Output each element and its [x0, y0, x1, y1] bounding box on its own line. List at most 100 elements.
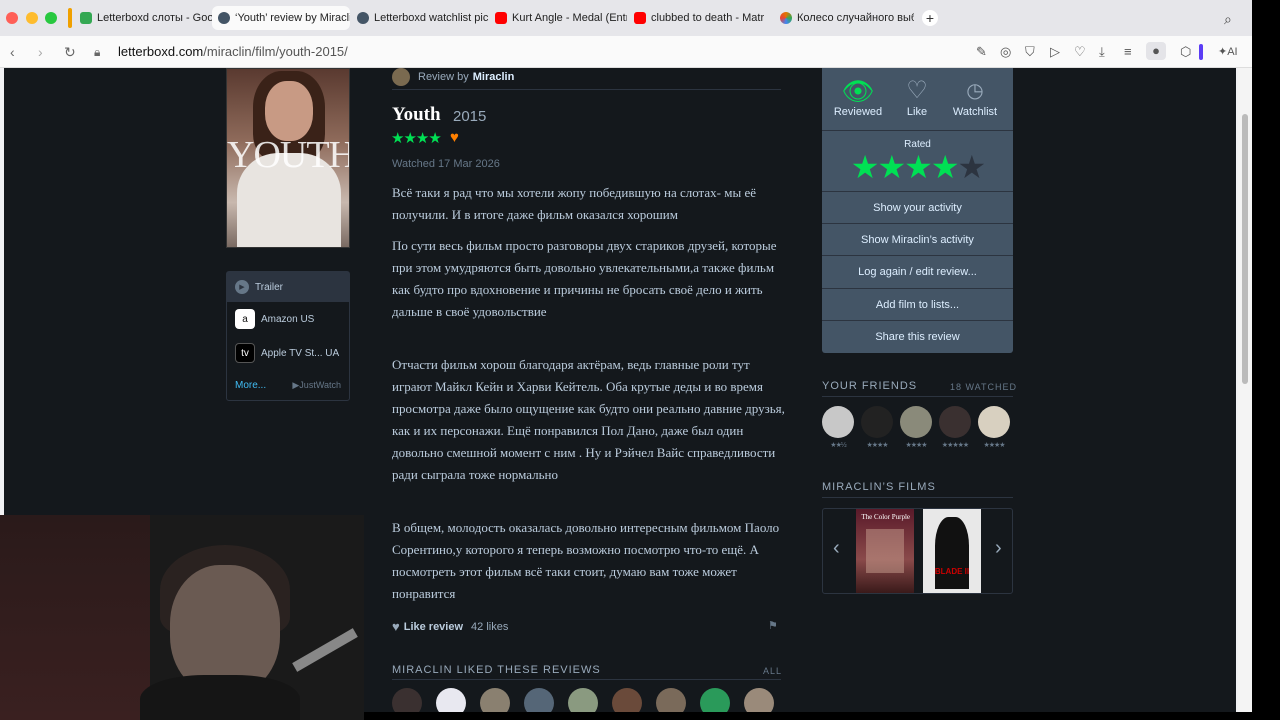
- avatar[interactable]: [568, 688, 598, 712]
- search-tabs-icon[interactable]: ⌕: [1224, 11, 1232, 28]
- author-link[interactable]: Miraclin: [473, 71, 515, 83]
- film-title[interactable]: Youth: [392, 104, 441, 126]
- poster-art: [866, 529, 904, 573]
- poster-title: The Color Purple: [861, 513, 910, 521]
- scrollbar-thumb[interactable]: [1242, 114, 1248, 384]
- close-window-button[interactable]: [6, 12, 18, 24]
- friend-rating: ★★★★★: [941, 442, 969, 449]
- new-tab-button[interactable]: +: [922, 10, 938, 26]
- tab-5[interactable]: Колесо случайного выб: [774, 6, 914, 30]
- reload-icon[interactable]: ↻: [64, 43, 76, 61]
- avatar[interactable]: [744, 688, 774, 712]
- profile-icon[interactable]: ●: [1146, 42, 1166, 60]
- rating-stars[interactable]: ★★★★★: [822, 150, 1013, 184]
- avatar[interactable]: [612, 688, 642, 712]
- play-icon[interactable]: ▷: [1050, 44, 1060, 60]
- forward-icon[interactable]: ›: [38, 43, 43, 61]
- divider: [392, 89, 781, 90]
- liked-reviews-heading[interactable]: MIRACLIN LIKED THESE REVIEWS: [392, 664, 601, 676]
- menu-icon[interactable]: ≡: [1124, 44, 1132, 59]
- trailer-link[interactable]: ▶ Trailer: [227, 272, 349, 302]
- avatar[interactable]: [700, 688, 730, 712]
- justwatch-link[interactable]: ▶JustWatch: [292, 380, 341, 391]
- show-miraclin-activity-button[interactable]: Show Miraclin’s activity: [822, 223, 1013, 255]
- minimize-window-button[interactable]: [26, 12, 38, 24]
- tab-1[interactable]: ‘Youth’ review by Miraclin: [212, 6, 350, 30]
- shield-icon[interactable]: ⛉: [1025, 44, 1035, 60]
- letterboxd-icon: [218, 12, 230, 24]
- eye-icon: 👁︎: [841, 76, 875, 106]
- where-to-watch: ▶ Trailer a Amazon US tv Apple TV St... …: [226, 271, 350, 401]
- friend-rating: ★★★★: [983, 442, 1005, 449]
- like-toggle[interactable]: ♡ Like: [887, 76, 947, 118]
- extension-icon[interactable]: ⬡: [1180, 44, 1191, 60]
- friend-avatar[interactable]: [939, 406, 971, 438]
- poster-art-face: [265, 81, 313, 141]
- webcam-background: [0, 515, 150, 720]
- edit-icon[interactable]: ✎: [976, 44, 987, 60]
- liked-heart-icon: ♥: [450, 129, 459, 146]
- download-icon[interactable]: ⤓: [1099, 44, 1105, 60]
- zoom-window-button[interactable]: [45, 12, 57, 24]
- tab-bar: Letterboxd слоты - Goog ‘Youth’ review b…: [0, 0, 1252, 36]
- heart-icon[interactable]: ♡: [1074, 44, 1086, 60]
- friend-rating: ★★★★: [905, 442, 927, 449]
- address-bar[interactable]: letterboxd.com/miraclin/film/youth-2015/: [118, 44, 348, 59]
- tab-4[interactable]: clubbed to death - Matr: [628, 6, 766, 30]
- like-review-button[interactable]: Like review: [404, 621, 463, 633]
- friends-heading[interactable]: YOUR FRIENDS: [822, 380, 917, 392]
- ai-button[interactable]: ✦AI: [1218, 45, 1238, 58]
- review-byline: Review by Miraclin: [392, 68, 514, 86]
- clock-plus-icon: ◷: [966, 80, 984, 102]
- reviewed-toggle[interactable]: 👁︎ Reviewed: [828, 76, 888, 118]
- webcam-person-body: [140, 675, 300, 720]
- avatar[interactable]: [524, 688, 554, 712]
- prev-arrow-icon[interactable]: ‹: [833, 537, 840, 560]
- avatar[interactable]: [392, 68, 410, 86]
- avatar[interactable]: [392, 688, 422, 712]
- tab-2[interactable]: Letterboxd watchlist pic: [351, 6, 489, 30]
- film-year[interactable]: 2015: [453, 108, 486, 125]
- add-to-lists-button[interactable]: Add film to lists...: [822, 288, 1013, 320]
- youtube-icon: [495, 12, 507, 24]
- watchlist-toggle[interactable]: ◷ Watchlist: [945, 76, 1005, 118]
- lock-icon: 🔒︎: [94, 45, 101, 59]
- share-review-button[interactable]: Share this review: [822, 320, 1013, 352]
- tab-0[interactable]: Letterboxd слоты - Goog: [74, 6, 212, 30]
- film-poster[interactable]: YOUTH: [226, 68, 350, 248]
- review-paragraph: В общем, молодость оказалась довольно ин…: [392, 520, 780, 601]
- scrollbar[interactable]: [1238, 68, 1252, 712]
- sidebar-indicator: [1199, 44, 1203, 60]
- friend-avatar[interactable]: [978, 406, 1010, 438]
- avatar[interactable]: [480, 688, 510, 712]
- avatar[interactable]: [436, 688, 466, 712]
- service-apple-tv[interactable]: tv Apple TV St... UA: [227, 336, 349, 370]
- camera-icon[interactable]: ◎: [1000, 44, 1011, 60]
- poster-title: BLADE II: [934, 567, 970, 576]
- avatar[interactable]: [656, 688, 686, 712]
- sheets-icon: [80, 12, 92, 24]
- friends-watched-count[interactable]: 18 WATCHED: [950, 382, 1017, 392]
- friend-avatar[interactable]: [900, 406, 932, 438]
- divider: [822, 396, 1013, 397]
- poster-art: [935, 517, 969, 589]
- friend-avatar[interactable]: [822, 406, 854, 438]
- more-link[interactable]: More...: [235, 380, 266, 391]
- film-poster[interactable]: BLADE II: [923, 509, 981, 593]
- play-icon: ▶: [235, 280, 249, 294]
- tab-3[interactable]: Kurt Angle - Medal (Entr: [489, 6, 627, 30]
- back-icon[interactable]: ‹: [10, 43, 15, 61]
- rating-widget[interactable]: Rated ★★★★★: [822, 130, 1013, 190]
- log-again-button[interactable]: Log again / edit review...: [822, 255, 1013, 287]
- likes-count[interactable]: 42 likes: [471, 621, 508, 633]
- heart-outline-icon: ♡: [906, 77, 928, 104]
- film-poster[interactable]: The Color Purple: [856, 509, 914, 593]
- miraclin-films-heading[interactable]: MIRACLIN’S FILMS: [822, 481, 936, 493]
- microphone-arm: [292, 628, 358, 672]
- friend-avatar[interactable]: [861, 406, 893, 438]
- show-your-activity-button[interactable]: Show your activity: [822, 191, 1013, 223]
- report-flag-icon[interactable]: ⚑: [768, 619, 778, 632]
- liked-reviews-all-link[interactable]: ALL: [763, 666, 782, 676]
- service-amazon[interactable]: a Amazon US: [227, 302, 349, 336]
- next-arrow-icon[interactable]: ›: [995, 537, 1002, 560]
